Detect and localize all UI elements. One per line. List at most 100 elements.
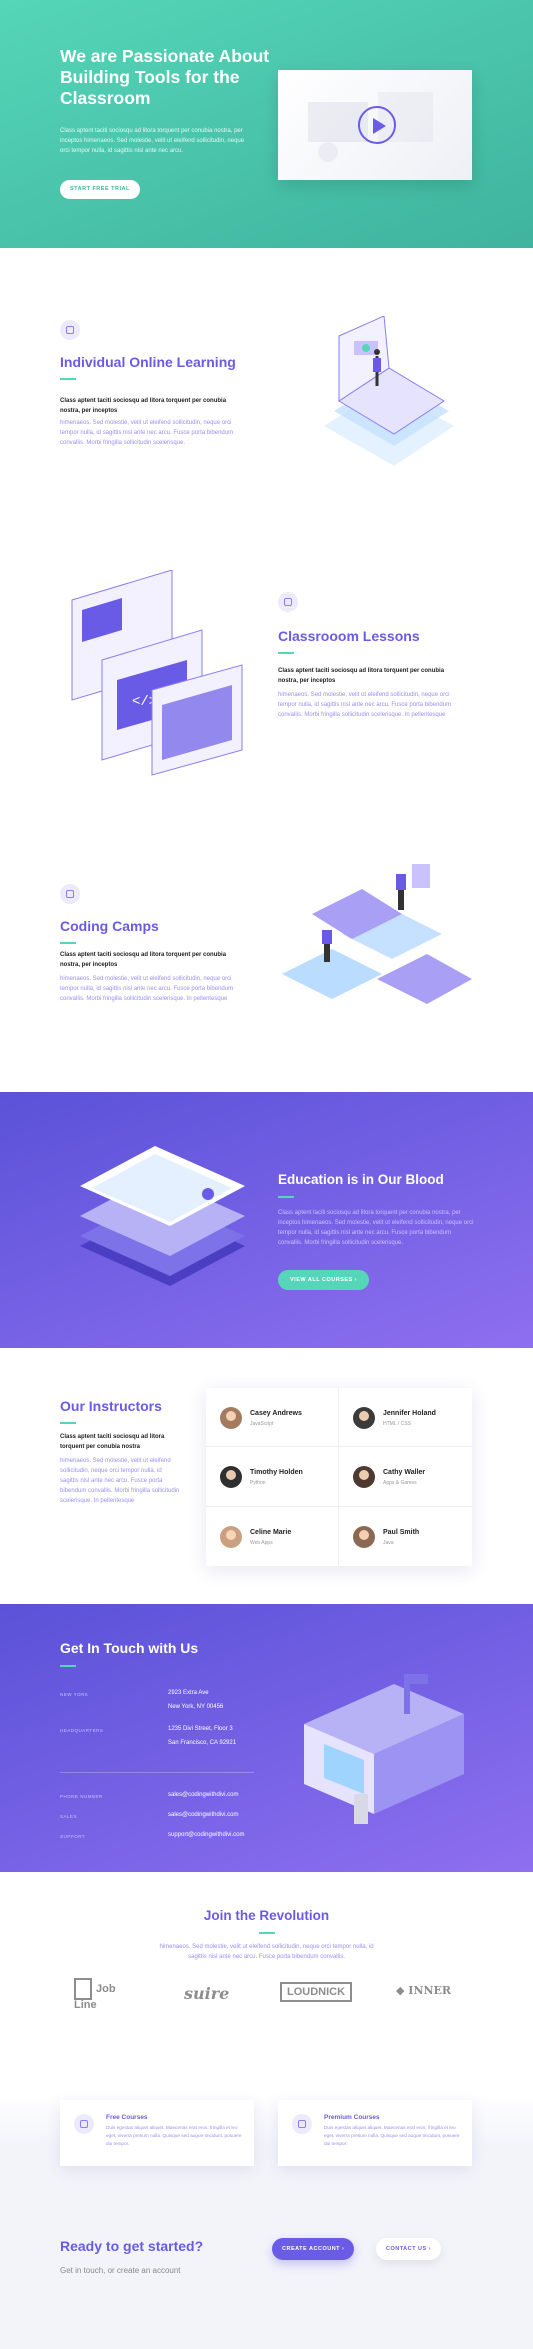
avatar	[353, 1407, 375, 1429]
instructor-card[interactable]: Casey Andrews JavaScript	[206, 1388, 339, 1448]
free-courses-card[interactable]: Free Courses Duis egestas aliquet alique…	[60, 2100, 254, 2166]
feature-divider	[60, 378, 76, 380]
instructor-role: Web Apps	[250, 1539, 273, 1546]
hero-section: We are Passionate About Building Tools f…	[0, 0, 533, 248]
card-title: Premium Courses	[324, 2114, 380, 2121]
instructor-name: Jennifer Holand	[383, 1410, 436, 1417]
join-body: himenaeos. Sed molestie, velit ut eleife…	[159, 1944, 374, 1960]
card-title: Free Courses	[106, 2114, 148, 2121]
create-account-button[interactable]: CREATE ACCOUNT ›	[272, 2238, 355, 2260]
code-icon	[60, 884, 80, 904]
coding-camps-illustration	[282, 864, 472, 1004]
education-divider	[278, 1196, 294, 1198]
instructor-role: Apps & Games	[383, 1480, 417, 1487]
premium-courses-card[interactable]: Premium Courses Duis egestas aliquet ali…	[278, 2100, 472, 2166]
instructor-name: Celine Marie	[250, 1528, 292, 1536]
contact-link[interactable]: sales@codingwithdivi.com	[168, 1788, 238, 1802]
contact-label: SUPPORT	[60, 1834, 86, 1839]
video-player[interactable]	[278, 70, 472, 180]
logo-jobline: Job Line	[74, 1978, 134, 2011]
contact-value: 2923 Extra Ave	[168, 1690, 209, 1696]
contact-link[interactable]: sales@codingwithdivi.com	[168, 1808, 238, 1822]
instructor-name: Cathy Waller	[383, 1469, 426, 1477]
education-title: Education is in Our Blood	[278, 1172, 444, 1187]
instructor-card[interactable]: Cathy Waller Apps & Games	[339, 1447, 472, 1507]
feature-title: Coding Camps	[60, 918, 159, 934]
contact-value: New York, NY 00456	[168, 1704, 224, 1710]
feature-coding-camps: Coding Camps Class aptent taciti sociosq…	[0, 812, 533, 1092]
instructor-card[interactable]: Celine Marie Web Apps	[206, 1506, 339, 1566]
feature-lead: Class aptent taciti sociosqu ad litora t…	[60, 398, 227, 414]
contact-link[interactable]: support@codingwithdivi.com	[168, 1828, 244, 1842]
feature-title: Individual Online Learning	[60, 354, 236, 370]
contact-value: San Francisco, CA 92921	[168, 1740, 237, 1746]
feature-online-learning: Individual Online Learning Class aptent …	[0, 248, 533, 532]
feature-lead: Class aptent taciti sociosqu ad litora t…	[60, 952, 227, 968]
avatar	[220, 1407, 242, 1429]
logo-inner: ◆ INNER	[396, 1984, 452, 1997]
instructors-section: Our Instructors Class aptent taciti soci…	[0, 1348, 533, 1604]
courses-section: Free Courses Duis egestas aliquet alique…	[0, 2094, 533, 2224]
feature-lead: Class aptent taciti sociosqu ad litora t…	[278, 668, 445, 684]
card-body: Duis egestas aliquet aliquet. Maecenas e…	[106, 2125, 242, 2146]
phone-illustration	[80, 1146, 245, 1286]
contact-label: HEADQUARTERS	[60, 1728, 104, 1733]
instructor-card[interactable]: Timothy Holden Python	[206, 1447, 339, 1507]
instructor-role: JavaScript	[250, 1421, 274, 1427]
view-all-courses-button[interactable]: VIEW ALL COURSES ›	[278, 1270, 370, 1290]
feature-body: himenaeos. Sed molestie, velit ut eleife…	[60, 976, 234, 1002]
hero-title: We are Passionate About Building Tools f…	[60, 46, 270, 108]
instructor-card[interactable]: Jennifer Holand HTML / CSS	[339, 1388, 472, 1448]
classroom-illustration: </>	[71, 570, 243, 776]
feature-divider	[278, 652, 294, 654]
join-section: Join the Revolution himenaeos. Sed moles…	[0, 1872, 533, 2094]
instructor-name: Casey Andrews	[250, 1410, 302, 1417]
education-section: Education is in Our Blood Class aptent t…	[0, 1092, 533, 1348]
certificate-icon	[292, 2114, 312, 2134]
feature-body: himenaeos. Sed molestie, velit ut eleife…	[60, 420, 234, 446]
contact-separator	[60, 1772, 254, 1773]
instructors-title: Our Instructors	[60, 1398, 162, 1414]
instructor-role: Java	[383, 1539, 394, 1546]
instructor-name: Timothy Holden	[250, 1469, 303, 1477]
feature-divider	[60, 942, 76, 944]
instructors-divider	[60, 1422, 76, 1424]
join-divider	[259, 1932, 275, 1934]
card-body: Duis egestas aliquet aliquet. Maecenas e…	[324, 2125, 460, 2146]
avatar	[353, 1525, 375, 1548]
instructor-name: Paul Smith	[383, 1528, 420, 1536]
logo-suire: suire	[184, 1984, 230, 2003]
instructor-card[interactable]: Paul Smith Java	[339, 1507, 472, 1566]
play-icon[interactable]	[358, 106, 396, 144]
laptop-illustration	[324, 316, 454, 466]
instructors-grid: Casey Andrews JavaScript Jennifer Holand…	[206, 1388, 472, 1566]
contact-label: PHONE NUMBER	[60, 1794, 103, 1799]
avatar	[353, 1466, 375, 1489]
instructors-body: himenaeos. Sed molestie, velit ut eleife…	[60, 1458, 180, 1504]
join-title: Join the Revolution	[203, 1908, 330, 1923]
feature-title: Classrooom Lessons	[278, 628, 420, 644]
instructor-role: HTML / CSS	[383, 1421, 411, 1427]
avatar	[220, 1525, 242, 1548]
contact-divider	[60, 1665, 76, 1667]
instructor-role: Python	[250, 1480, 266, 1487]
instructors-lead: Class aptent taciti sociosqu ad litora t…	[60, 1434, 165, 1450]
book-icon	[74, 2114, 94, 2134]
education-body: Class aptent taciti sociosqu ad litora t…	[278, 1210, 474, 1246]
logo-loudnick: LOUDNICK	[280, 1982, 353, 2002]
feature-body: himenaeos. Sed molestie, velit ut eleife…	[278, 692, 452, 718]
contact-title: Get In Touch with Us	[60, 1640, 199, 1656]
start-free-trial-button[interactable]: START FREE TRIAL	[60, 180, 140, 199]
contact-us-button[interactable]: CONTACT US ›	[376, 2238, 442, 2260]
hero-text: Class aptent taciti sociosqu ad litora t…	[60, 128, 245, 154]
monitor-icon	[60, 320, 80, 340]
mailbox-illustration	[304, 1674, 464, 1824]
cta-section: Ready to get started? Get in touch, or c…	[0, 2224, 533, 2349]
cta-subtitle: Get in touch, or create an account	[60, 2266, 181, 2275]
feature-classroom-lessons: </> Classrooom Lessons Class aptent taci…	[0, 532, 533, 812]
document-icon	[278, 592, 298, 612]
avatar	[220, 1466, 242, 1489]
cta-title: Ready to get started?	[60, 2238, 204, 2254]
contact-value: 1235 Divi Street, Floor 3	[168, 1726, 233, 1732]
contact-section: Get In Touch with Us NEW YORK 2923 Extra…	[0, 1604, 533, 1872]
